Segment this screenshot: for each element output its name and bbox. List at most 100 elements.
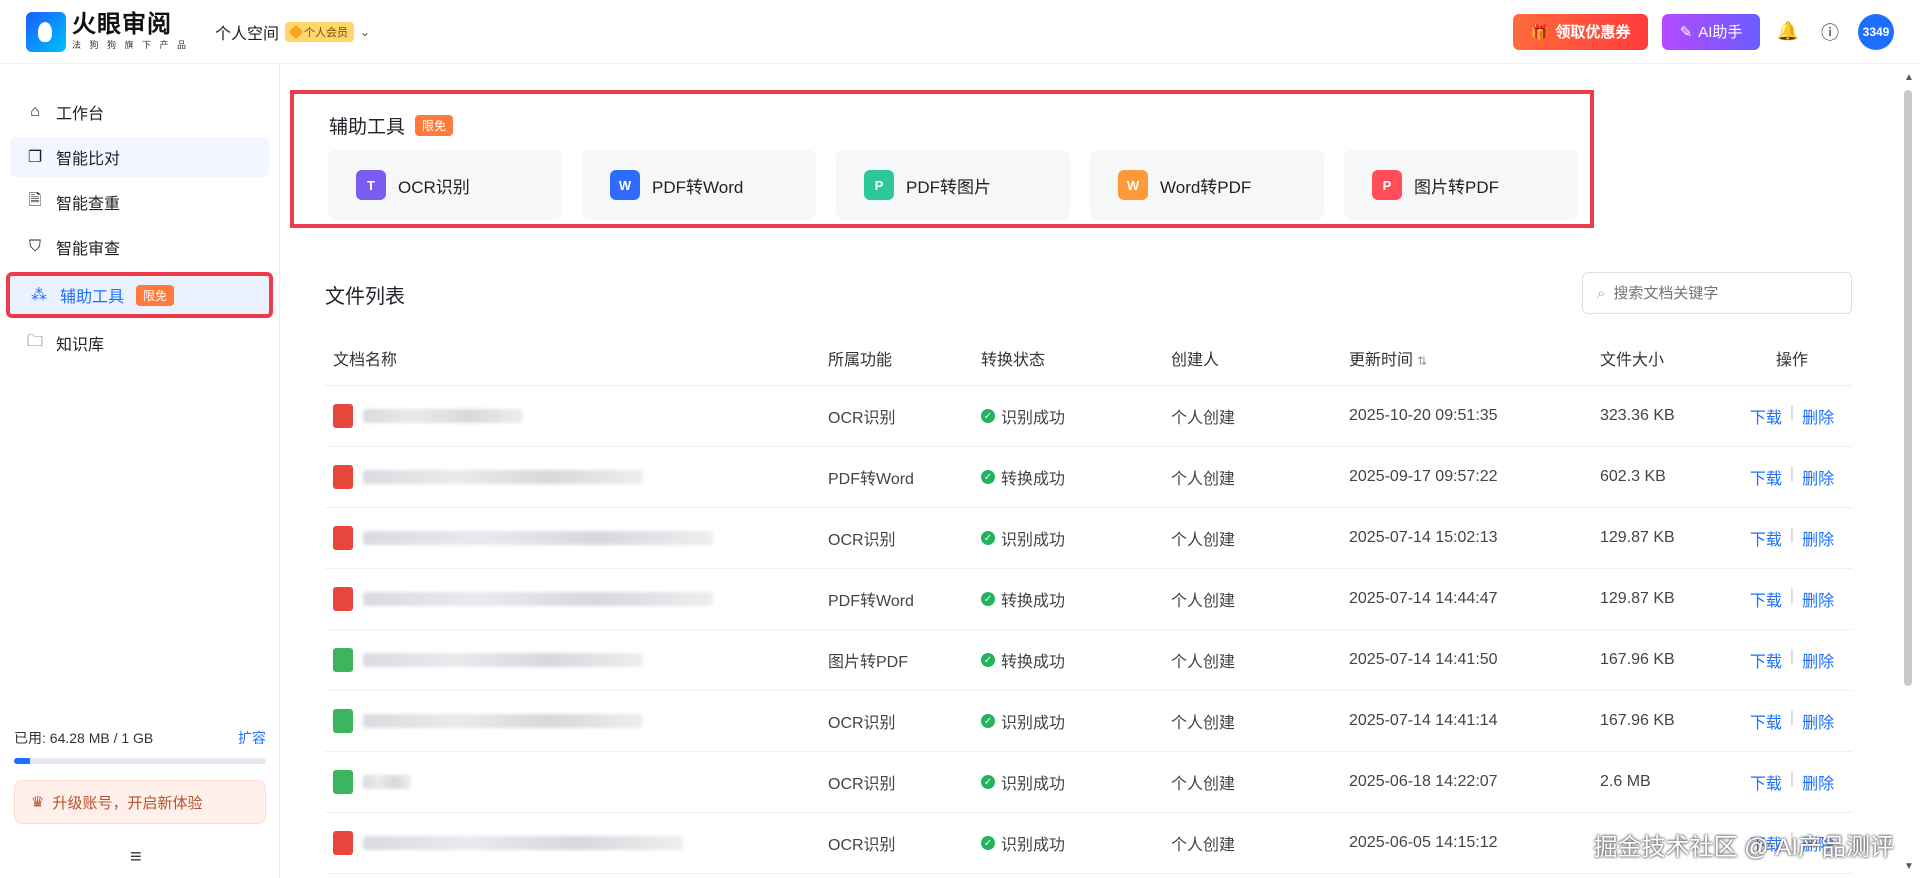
table-row[interactable]: PDF转Word ✓ 转换成功 个人创建 2025-07-14 14:44:47 129.…	[325, 569, 1852, 630]
main-content: 辅助工具 限免 T OCR识别 W PDF转Word P PDF转图片 W Word转PDF P…	[280, 64, 1900, 878]
creator-cell: 个人创建	[1171, 471, 1236, 488]
file-table: 文档名称 所属功能 转换状态 创建人 更新时间 ⇅ 文件大小 操作 OCR识别 ✓ 识别成功 个人创…	[325, 330, 1852, 874]
sidebar-item-duplicate[interactable]: 🗎 智能查重	[10, 182, 269, 222]
function-cell: OCR识别	[828, 410, 896, 427]
table-row[interactable]: PDF转Word ✓ 转换成功 个人创建 2025-09-17 09:57:22 602.…	[325, 447, 1852, 508]
coupon-button[interactable]: 🎁 领取优惠券	[1513, 13, 1648, 50]
delete-link[interactable]: 删除	[1802, 587, 1834, 611]
function-cell: OCR识别	[828, 776, 896, 793]
status-label: 识别成功	[1001, 532, 1066, 549]
tool-card-label: 图片转PDF	[1414, 177, 1499, 197]
sidebar-item-review[interactable]: ⛉ 智能审查	[10, 227, 269, 267]
download-link[interactable]: 下载	[1750, 526, 1782, 550]
table-body: OCR识别 ✓ 识别成功 个人创建 2025-10-20 09:51:35 323.36 …	[325, 386, 1852, 874]
file-icon	[333, 709, 353, 733]
delete-link[interactable]: 删除	[1802, 526, 1834, 550]
download-link[interactable]: 下载	[1750, 648, 1782, 672]
delete-link[interactable]: 删除	[1802, 465, 1834, 489]
column-header-label: 更新时间	[1349, 351, 1414, 369]
avatar[interactable]: 3349	[1858, 13, 1894, 50]
help-icon[interactable]: ⓘ	[1816, 18, 1844, 46]
delete-link[interactable]: 删除	[1802, 404, 1834, 428]
tools-icon: ⁂	[31, 287, 47, 304]
logo-icon	[26, 11, 66, 52]
status-label: 转换成功	[1001, 593, 1066, 610]
download-link[interactable]: 下载	[1750, 709, 1782, 733]
tool-card-label: PDF转Word	[652, 177, 744, 197]
sidebar: ⌂ 工作台 ❐ 智能比对 🗎 智能查重 ⛉ 智能审查 ⁂ 辅助工具 限免 🗀 知…	[0, 64, 280, 878]
sidebar-item-compare[interactable]: ❐ 智能比对	[10, 137, 269, 177]
sidebar-item-tools[interactable]: ⁂ 辅助工具 限免	[6, 272, 273, 318]
check-circle-icon: ✓	[981, 775, 995, 789]
scroll-down-icon[interactable]: ▼	[1904, 861, 1914, 872]
tool-card[interactable]: W Word转PDF	[1090, 150, 1324, 220]
delete-link[interactable]: 删除	[1802, 770, 1834, 794]
file-name-cell	[325, 526, 820, 550]
status-label: 识别成功	[1001, 837, 1066, 854]
download-link[interactable]: 下载	[1750, 587, 1782, 611]
column-header-label: 操作	[1775, 351, 1808, 369]
space-switcher[interactable]: 个人空间 个人会员 ⌄	[215, 20, 370, 44]
sidebar-item-workbench[interactable]: ⌂ 工作台	[10, 92, 269, 132]
scroll-up-icon[interactable]: ▲	[1904, 72, 1914, 83]
storage-usage: 已用: 64.28 MB / 1 GB 扩容	[14, 728, 266, 764]
status-cell: ✓ 转换成功	[973, 465, 1163, 489]
file-name-redacted	[363, 653, 643, 667]
check-circle-icon: ✓	[981, 470, 995, 484]
action-separator: |	[1789, 709, 1795, 726]
file-name-cell	[325, 465, 820, 489]
tool-card[interactable]: P PDF转图片	[836, 150, 1070, 220]
free-badge: 限免	[415, 115, 454, 136]
menu-collapse-icon[interactable]: ≡	[130, 846, 142, 869]
table-row[interactable]: OCR识别 ✓ 识别成功 个人创建 2025-10-20 09:51:35 323.36 …	[325, 386, 1852, 447]
table-row[interactable]: OCR识别 ✓ 识别成功 个人创建 2025-06-18 14:22:07 2.6 MB 下…	[325, 752, 1852, 813]
scrollbar[interactable]: ▲ ▼	[1904, 72, 1914, 872]
search-input[interactable]	[1613, 284, 1814, 302]
check-circle-icon: ✓	[981, 653, 995, 667]
table-row[interactable]: OCR识别 ✓ 识别成功 个人创建 2025-07-14 15:02:13 129.87 …	[325, 508, 1852, 569]
check-circle-icon: ✓	[981, 531, 995, 545]
function-cell: 图片转PDF	[828, 654, 909, 671]
status-label: 识别成功	[1001, 776, 1066, 793]
watermark: 掘金技术社区 @ AI产品测评	[1593, 834, 1894, 861]
actions-cell: 下载 | 删除	[1724, 648, 1852, 672]
file-name-cell	[325, 587, 820, 611]
search-icon: ⌕	[1597, 284, 1606, 302]
sidebar-item-knowledge[interactable]: 🗀 知识库	[10, 323, 269, 363]
table-row[interactable]: 图片转PDF ✓ 转换成功 个人创建 2025-07-14 14:41:50 167.96…	[325, 630, 1852, 691]
ai-assistant-button[interactable]: ✎ AI助手	[1662, 13, 1760, 50]
action-separator: |	[1789, 526, 1795, 543]
shield-icon: ⛉	[28, 238, 41, 255]
status-label: 转换成功	[1001, 471, 1066, 488]
action-separator: |	[1789, 465, 1795, 482]
tools-title: 辅助工具	[329, 117, 406, 138]
tool-card[interactable]: T OCR识别	[328, 150, 562, 220]
status-cell: ✓ 识别成功	[973, 770, 1163, 794]
column-header: 文件大小	[1592, 346, 1724, 370]
file-size-cell: 129.87 KB	[1600, 590, 1675, 607]
delete-link[interactable]: 删除	[1802, 648, 1834, 672]
search-box[interactable]: ⌕	[1582, 272, 1852, 314]
scroll-thumb[interactable]	[1904, 90, 1912, 686]
tool-card[interactable]: P 图片转PDF	[1344, 150, 1578, 220]
app-logo[interactable]: 火眼审阅 法 狗 狗 旗 下 产 品	[26, 11, 190, 52]
logo-subtitle: 法 狗 狗 旗 下 产 品	[72, 40, 190, 50]
table-row[interactable]: OCR识别 ✓ 识别成功 个人创建 2025-07-14 14:41:14 167.96 …	[325, 691, 1852, 752]
bell-icon[interactable]: 🔔	[1774, 18, 1802, 46]
column-header[interactable]: 更新时间 ⇅	[1341, 346, 1592, 370]
tool-card[interactable]: W PDF转Word	[582, 150, 816, 220]
sort-icon[interactable]: ⇅	[1417, 354, 1427, 368]
file-icon	[333, 587, 353, 611]
folder-icon: 🗀	[26, 332, 43, 350]
updated-time-cell: 2025-06-18 14:22:07	[1349, 773, 1498, 790]
expand-storage-link[interactable]: 扩容	[238, 728, 266, 748]
download-link[interactable]: 下载	[1750, 404, 1782, 428]
download-link[interactable]: 下载	[1750, 465, 1782, 489]
check-circle-icon: ✓	[981, 409, 995, 423]
status-label: 识别成功	[1001, 715, 1066, 732]
file-name-cell	[325, 831, 820, 855]
upgrade-banner[interactable]: ♛ 升级账号，开启新体验	[14, 780, 266, 824]
column-header: 操作	[1724, 346, 1852, 370]
delete-link[interactable]: 删除	[1802, 709, 1834, 733]
download-link[interactable]: 下载	[1750, 770, 1782, 794]
